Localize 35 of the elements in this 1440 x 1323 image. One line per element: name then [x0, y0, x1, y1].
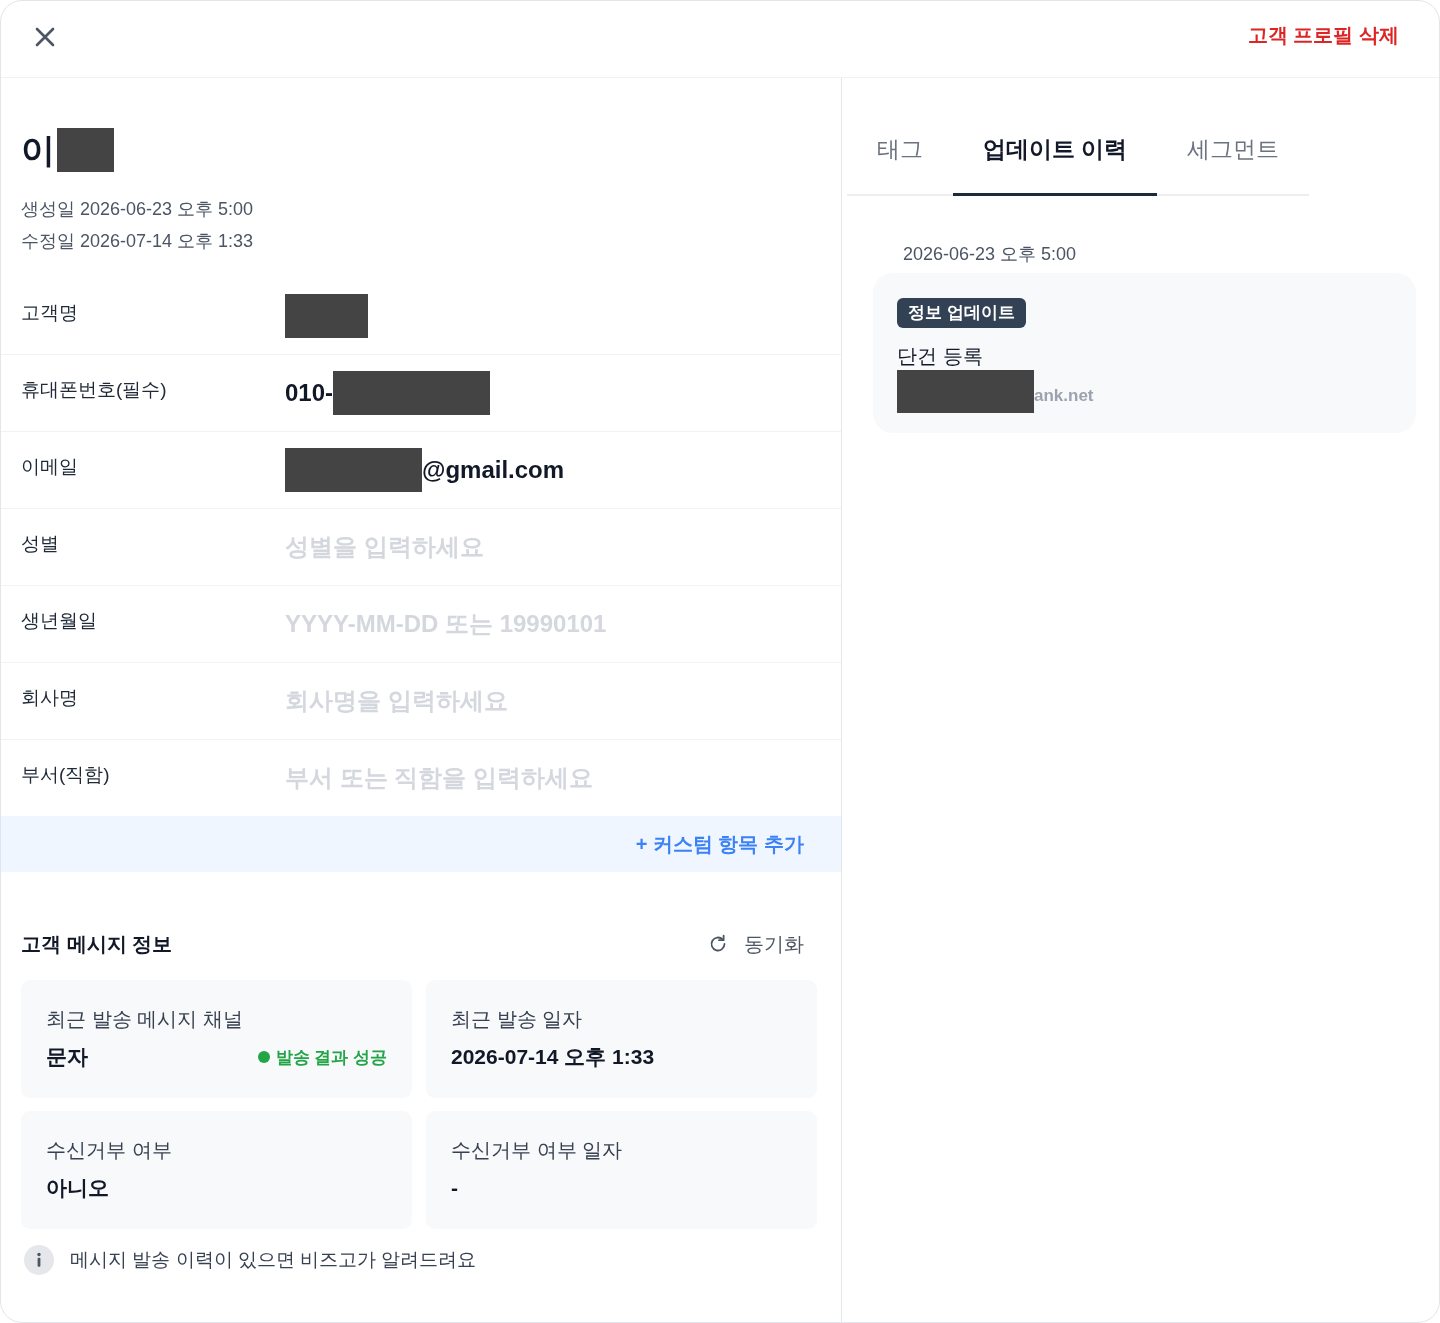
- delete-profile-button[interactable]: 고객 프로필 삭제: [1247, 21, 1399, 49]
- tab[interactable]: 세그먼트: [1157, 106, 1310, 196]
- field-label: 회사명: [21, 686, 79, 710]
- card-label: 수신거부 여부 일자: [451, 1138, 624, 1163]
- field-label: 휴대폰번호(필수): [21, 378, 168, 402]
- history-title: 단건 등록: [897, 344, 983, 369]
- card-value: 아니오: [46, 1175, 109, 1201]
- close-icon[interactable]: [35, 27, 55, 47]
- field-label: 성별: [21, 532, 60, 556]
- card-value: -: [451, 1175, 458, 1201]
- section-title: 고객 메시지 정보: [21, 931, 173, 957]
- card-label: 최근 발송 일자: [451, 1007, 584, 1032]
- timestamp-text: 수정일 2026-07-14 오후 1:33: [21, 230, 255, 253]
- input-field[interactable]: 010-: [285, 371, 805, 415]
- input-field[interactable]: @gmail.com: [285, 448, 805, 492]
- customer-name: 이: [21, 130, 55, 171]
- field-label: 부서(직함): [21, 763, 111, 787]
- timestamp-text: 생성일 2026-06-23 오후 5:00: [21, 198, 255, 221]
- card-value: 문자: [46, 1044, 88, 1070]
- info-note: 메시지 발송 이력이 있으면 비즈고가 알려드려요: [70, 1248, 477, 1272]
- info-icon: [24, 1245, 54, 1275]
- tab[interactable]: 태그: [847, 106, 953, 196]
- field-label: 고객명: [21, 301, 79, 325]
- field-label: 생년월일: [21, 609, 98, 633]
- tab[interactable]: 업데이트 이력: [953, 106, 1158, 196]
- history-date: 2026-06-23 오후 5:00: [902, 243, 1078, 266]
- field-label: 이메일: [21, 455, 79, 479]
- status-text: 발송 결과 성공: [275, 1046, 387, 1069]
- event-badge: 정보 업데이트: [897, 298, 1026, 328]
- card-label: 최근 발송 메시지 채널: [46, 1007, 244, 1032]
- history-detail: ank.net: [1034, 385, 1094, 407]
- sync-button[interactable]: 동기화: [708, 930, 804, 958]
- card-label: 수신거부 여부: [46, 1138, 173, 1163]
- refresh-icon: [708, 934, 728, 954]
- card-value: 2026-07-14 오후 1:33: [451, 1044, 655, 1070]
